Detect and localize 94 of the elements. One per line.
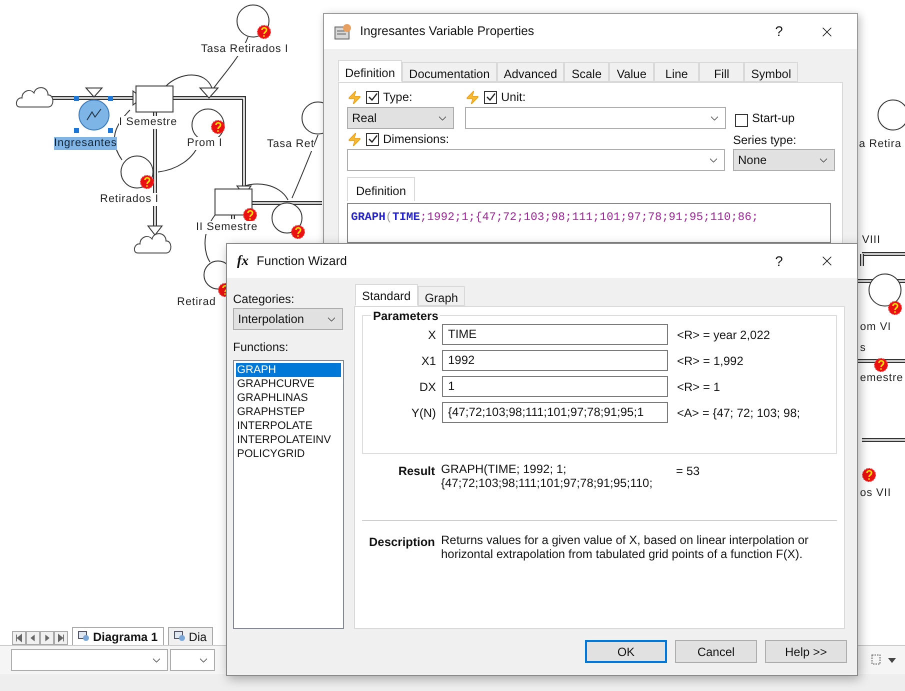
tab[interactable]: Advanced <box>496 62 564 82</box>
auxiliary-circle <box>272 202 302 234</box>
dialog-title: Function Wizard <box>256 252 348 270</box>
definition-tab[interactable]: Definition <box>347 177 416 201</box>
tab[interactable]: Definition <box>338 60 402 82</box>
parameter-reading: <A> = {47; 72; 103; 98; <box>676 404 800 422</box>
warning-badge-icon <box>140 175 154 189</box>
result-label: Result <box>397 463 436 480</box>
stock-box <box>136 86 174 112</box>
tab[interactable]: Scale <box>564 62 610 82</box>
tab[interactable]: Symbol <box>744 62 798 82</box>
description-text: Returns values for a given value of X, based on linear interpolation or horizontal extrapolation from tabulated grid points of a function F(X). <box>441 533 810 561</box>
function-item[interactable]: POLICYGRID <box>236 447 341 461</box>
tab[interactable]: Standard <box>355 284 418 306</box>
variable-label: I Semestre <box>119 116 178 129</box>
tab[interactable]: Value <box>609 62 654 82</box>
dialog-button[interactable]: Help >> <box>765 640 847 663</box>
warning-badge-icon <box>862 468 876 482</box>
warning-badge-icon <box>888 301 902 315</box>
sheet-tab[interactable]: Dia <box>168 627 213 645</box>
lightning-icon <box>465 90 480 104</box>
result-value: = 53 <box>676 463 700 480</box>
parameter-reading: <R> = 1 <box>676 378 720 396</box>
result-text: GRAPH(TIME; 1992; 1; {47;72;103;98;111;101;97;78;91;95;110; <box>441 462 654 492</box>
parameter-label: X <box>426 326 437 344</box>
definition-editor[interactable]: GRAPH(TIME;1992;1;{47;72;103;98;111;101;97;78;91;95;110;86; <box>347 203 831 243</box>
fx-icon: fx <box>237 250 249 272</box>
variable-label: Ingresantes <box>54 137 117 150</box>
variable-label: Tasa Retirados I <box>201 43 288 56</box>
function-item[interactable]: INTERPOLATE <box>236 419 341 433</box>
unit-label: Unit: <box>501 89 526 106</box>
function-item[interactable]: GRAPHCURVE <box>236 377 341 391</box>
selected-variable-icon <box>74 96 113 133</box>
parameter-field[interactable]: 1 <box>442 376 668 397</box>
lightning-icon <box>347 132 362 146</box>
parameter-reading: <R> = year 2,022 <box>676 326 770 344</box>
dimensions-label: Dimensions: <box>383 131 450 148</box>
series-type-dropdown[interactable]: None <box>733 149 835 171</box>
lightning-icon <box>347 90 362 104</box>
function-item[interactable]: GRAPH <box>236 363 341 377</box>
sheet-tab[interactable]: Diagrama 1 <box>72 627 164 645</box>
sheet-nav-button[interactable] <box>12 631 26 645</box>
parameter-field[interactable]: TIME <box>442 324 668 345</box>
function-item[interactable]: GRAPHSTEP <box>236 405 341 419</box>
variable-label: Retirados I <box>100 193 159 206</box>
dialog-button[interactable]: Cancel <box>675 640 757 663</box>
series-type-label: Series type: <box>733 132 798 147</box>
startup-label: Start-up <box>752 110 795 127</box>
diagram-icon <box>78 631 90 642</box>
flow-pipe <box>252 201 322 205</box>
arrow-head <box>146 226 164 236</box>
parameter-label: Y(N) <box>410 404 437 422</box>
function-item[interactable]: GRAPHLINAS <box>236 391 341 405</box>
parameter-field[interactable]: {47;72;103;98;111;101;97;78;91;95;1 <box>442 402 668 423</box>
functions-label: Functions: <box>233 339 290 356</box>
parameter-reading: <R> = 1,992 <box>676 352 744 370</box>
sheet-nav-button[interactable] <box>54 631 68 645</box>
cloud-shape <box>16 87 54 108</box>
properties-icon <box>334 24 352 40</box>
tab[interactable]: Documentation <box>402 62 497 82</box>
checkbox[interactable] <box>366 90 379 104</box>
variable-label: Tasa Ret <box>267 138 314 151</box>
sheet-nav-button[interactable] <box>40 631 54 645</box>
parameter-label: DX <box>418 378 437 396</box>
variable-label: Prom I <box>187 137 222 150</box>
warning-badge-icon <box>874 358 888 372</box>
warning-badge-icon <box>211 120 225 134</box>
type-dropdown[interactable]: Real <box>347 107 454 129</box>
tab[interactable]: Fill <box>699 62 744 82</box>
help-button[interactable]: ? <box>759 250 799 272</box>
categories-label: Categories: <box>233 291 296 308</box>
toolbar-icon[interactable] <box>871 653 897 667</box>
checkbox[interactable] <box>735 114 748 127</box>
dialog-button[interactable]: OK <box>585 640 667 663</box>
type-label: Type: <box>383 89 412 106</box>
warning-badge-icon <box>291 225 305 239</box>
variable-label: II Semestre <box>196 221 258 234</box>
parameter-field[interactable]: 1992 <box>442 350 668 371</box>
auxiliary-circle <box>236 4 270 38</box>
diagram-icon <box>174 631 186 642</box>
warning-badge-icon <box>257 25 271 39</box>
checkbox[interactable] <box>366 132 379 146</box>
parameter-label: X1 <box>420 352 437 370</box>
stock-box <box>214 188 252 216</box>
tab[interactable]: Line <box>654 62 700 82</box>
sheet-nav-button[interactable] <box>26 631 40 645</box>
help-button[interactable]: ? <box>759 21 799 42</box>
checkbox[interactable] <box>484 90 497 104</box>
dialog-title: Ingresantes Variable Properties <box>360 23 536 40</box>
description-label: Description <box>368 534 436 551</box>
auxiliary-circle <box>868 274 902 306</box>
function-item[interactable]: INTERPOLATEINV <box>236 433 341 447</box>
categories-dropdown[interactable]: Interpolation <box>233 308 343 330</box>
tab[interactable]: Graph <box>418 286 466 306</box>
